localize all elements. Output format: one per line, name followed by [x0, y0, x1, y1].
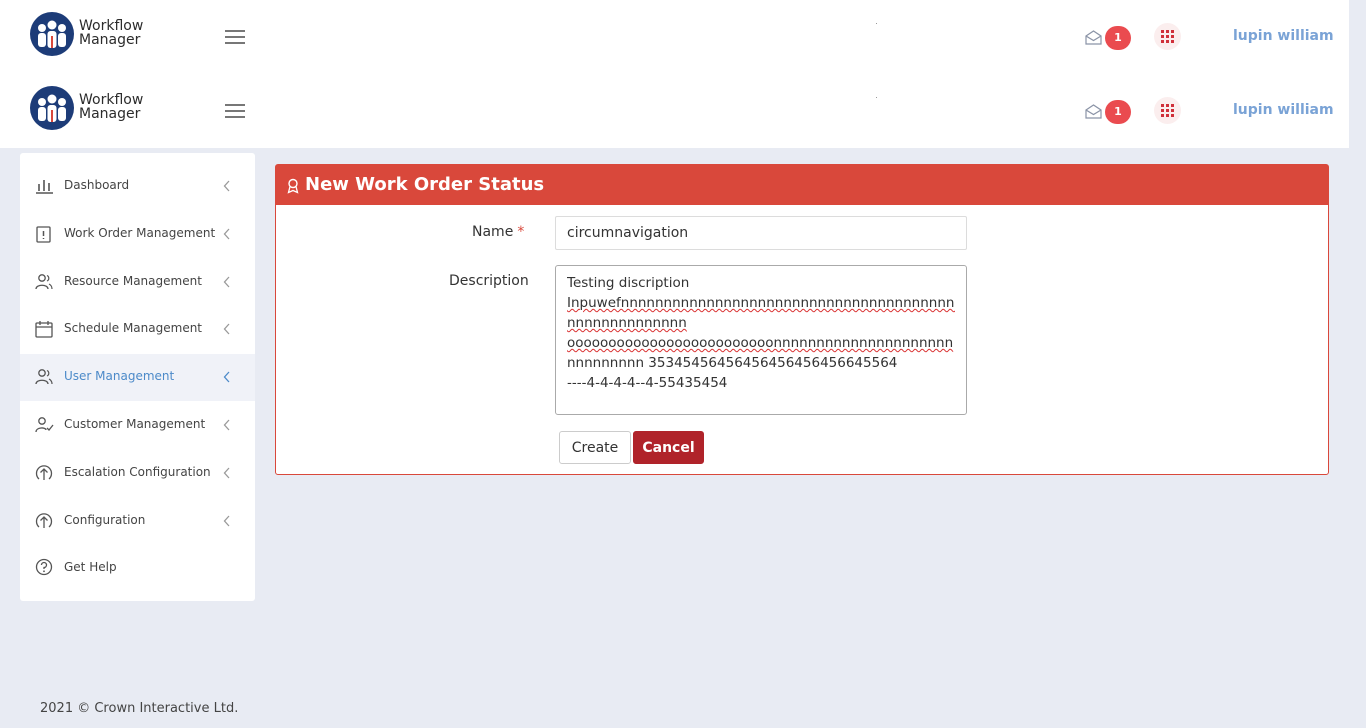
- description-textarea[interactable]: Testing discription Inpuwefnnnnnnnnnnnnn…: [555, 265, 967, 415]
- top-header-duplicate: Workflow Manager 1 lupin william: [0, 74, 1349, 148]
- cancel-button[interactable]: Cancel: [633, 431, 704, 464]
- description-line: Inpuwefnnnnnnnnnnnnnnnnnnnnnnnnnnnnnnnnn…: [567, 295, 955, 311]
- user-menu[interactable]: lupin william: [1233, 28, 1334, 44]
- description-label: Description: [449, 273, 529, 289]
- app-logo[interactable]: Workflow Manager: [30, 86, 160, 132]
- bar-chart-icon: [36, 180, 53, 194]
- description-line: ----4-4-4-4--4-55435454: [567, 375, 728, 391]
- award-icon: [287, 178, 299, 194]
- chevron-left-icon: [223, 419, 230, 431]
- new-work-order-status-panel: New Work Order Status Name* Description …: [275, 164, 1329, 475]
- sidebar-item-label: Schedule Management: [64, 321, 203, 335]
- description-line: ooooooooooooooooooooooooonnnnnnnnnnnnnnn…: [567, 335, 954, 351]
- name-label: Name *: [472, 224, 524, 240]
- sidebar-item-label: Dashboard: [64, 178, 130, 192]
- arrow-up-circle-icon: [35, 465, 53, 480]
- footer-copyright: 2021 © Crown Interactive Ltd.: [40, 701, 239, 716]
- logo-text: Workflow Manager: [79, 93, 143, 121]
- sidebar-item-resource-management[interactable]: Resource Management: [20, 259, 255, 306]
- sidebar-item-escalation-configuration[interactable]: Escalation Configuration: [20, 450, 255, 497]
- divider-dot: [876, 97, 877, 98]
- chevron-left-icon: [223, 467, 230, 479]
- notification-badge[interactable]: 1: [1105, 100, 1131, 124]
- name-input[interactable]: [555, 216, 967, 250]
- user-check-icon: [35, 417, 54, 433]
- chevron-left-icon: [223, 276, 230, 288]
- divider-dot: [876, 23, 877, 24]
- menu-toggle-icon[interactable]: [225, 104, 245, 118]
- clipboard-alert-icon: [36, 226, 51, 243]
- sidebar-item-dashboard[interactable]: Dashboard: [20, 163, 255, 210]
- apps-grid-icon[interactable]: [1154, 97, 1181, 124]
- user-menu[interactable]: lupin william: [1233, 102, 1334, 118]
- logo-people-icon: [30, 86, 74, 130]
- logo-line-2: Manager: [79, 32, 141, 48]
- panel-header: New Work Order Status: [276, 165, 1328, 205]
- description-line: Testing discription: [567, 273, 955, 293]
- sidebar-item-label: Escalation Configuration: [64, 465, 211, 479]
- sidebar-item-label: Customer Management: [64, 417, 206, 431]
- description-line: nnnnnnnnn 35345456456456456456456645564: [567, 355, 898, 371]
- sidebar-item-label: Resource Management: [64, 274, 202, 288]
- page-title: New Work Order Status: [305, 174, 545, 195]
- notification-badge[interactable]: 1: [1105, 26, 1131, 50]
- sidebar-item-schedule-management[interactable]: Schedule Management: [20, 306, 255, 353]
- sidebar-item-label: Configuration: [64, 513, 146, 527]
- chevron-left-icon: [223, 228, 230, 240]
- logo-line-2: Manager: [79, 106, 141, 122]
- logo-line-1: Workflow: [79, 18, 144, 34]
- logo-people-icon: [30, 12, 74, 56]
- sidebar-item-label: Work Order Management: [64, 226, 216, 240]
- top-header: Workflow Manager 1 lupin william: [0, 0, 1349, 74]
- required-marker: *: [517, 224, 525, 240]
- menu-toggle-icon[interactable]: [225, 30, 245, 44]
- mail-open-icon[interactable]: [1085, 30, 1102, 45]
- sidebar-item-label: User Management: [64, 369, 175, 383]
- sidebar-item-customer-management[interactable]: Customer Management: [20, 402, 255, 449]
- arrow-up-circle-icon: [35, 513, 53, 528]
- sidebar-item-work-order-management[interactable]: Work Order Management: [20, 211, 255, 258]
- logo-text: Workflow Manager: [79, 19, 143, 47]
- calendar-icon: [35, 321, 53, 338]
- create-button[interactable]: Create: [559, 431, 631, 464]
- help-circle-icon: [35, 558, 53, 576]
- chevron-left-icon: [223, 180, 230, 192]
- sidebar-item-configuration[interactable]: Configuration: [20, 498, 255, 545]
- name-label-text: Name: [472, 224, 514, 240]
- sidebar: Dashboard Work Order Management Resource…: [20, 153, 255, 601]
- users-icon: [35, 274, 53, 290]
- mail-open-icon[interactable]: [1085, 104, 1102, 119]
- chevron-left-icon: [223, 371, 230, 383]
- logo-line-1: Workflow: [79, 92, 144, 108]
- apps-grid-icon[interactable]: [1154, 23, 1181, 50]
- sidebar-item-label: Get Help: [64, 560, 117, 574]
- description-line: nnnnnnnnnnnnnn: [567, 315, 687, 331]
- description-line-text: Testing discription: [567, 275, 690, 291]
- users-icon: [35, 369, 53, 385]
- chevron-left-icon: [223, 323, 230, 335]
- sidebar-item-user-management[interactable]: User Management: [20, 354, 255, 401]
- sidebar-item-get-help[interactable]: Get Help: [20, 545, 255, 592]
- chevron-left-icon: [223, 515, 230, 527]
- app-logo[interactable]: Workflow Manager: [30, 12, 160, 58]
